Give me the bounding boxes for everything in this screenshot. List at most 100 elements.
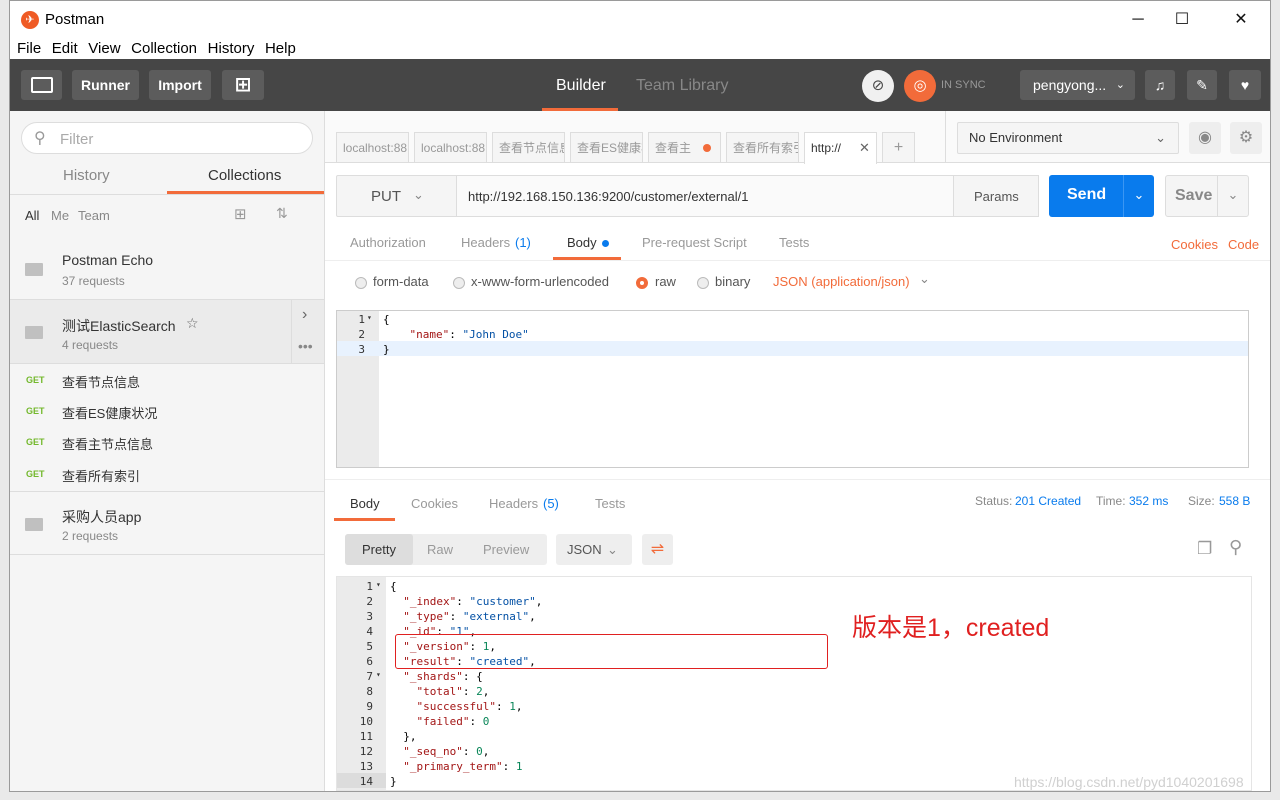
radio-urlencoded[interactable] <box>453 277 465 289</box>
radio-binary[interactable] <box>697 277 709 289</box>
method-badge: GET <box>26 406 45 416</box>
url-input[interactable]: http://192.168.150.136:9200/customer/ext… <box>456 175 954 217</box>
request-tab[interactable]: 查看ES健康状 <box>570 132 643 162</box>
params-button[interactable]: Params <box>953 175 1039 217</box>
environment-select[interactable]: No Environment ⌄ <box>957 122 1179 154</box>
menu-help[interactable]: Help <box>265 39 296 59</box>
send-button[interactable]: Send ⌄ <box>1049 175 1154 217</box>
request-tab[interactable]: 查看所有索引 <box>726 132 799 162</box>
settings-wrench-icon[interactable]: ✎ <box>1187 70 1217 100</box>
heart-icon[interactable]: ♥ <box>1229 70 1261 100</box>
new-collection-icon[interactable]: ⊞ <box>234 205 247 223</box>
request-tab-active[interactable]: http:// ✕ <box>804 132 877 164</box>
collection-elasticsearch[interactable]: 测试ElasticSearch ☆ 4 requests › ••• <box>10 300 324 364</box>
size-label: Size: <box>1188 494 1215 508</box>
label-raw: raw <box>655 274 676 289</box>
collection-name: 测试ElasticSearch <box>62 318 176 334</box>
request-item[interactable]: GET 查看所有索引 <box>10 459 324 490</box>
save-button[interactable]: Save ⌄ <box>1165 175 1249 217</box>
runner-button[interactable]: Runner <box>72 70 139 100</box>
chevron-right-icon[interactable]: › <box>302 306 307 324</box>
request-tab[interactable]: 查看节点信息 <box>492 132 565 162</box>
method-select[interactable]: PUT ⌄ <box>336 175 457 217</box>
tab-history[interactable]: History <box>63 167 110 184</box>
menu-view[interactable]: View <box>88 39 120 59</box>
format-pretty[interactable]: Pretty <box>345 534 413 565</box>
close-tab-icon[interactable]: ✕ <box>859 133 870 163</box>
request-tab-label: http:// <box>811 141 842 155</box>
builder-tab[interactable]: Builder <box>556 77 606 95</box>
fold-arrow-icon[interactable]: ▾ <box>367 313 372 322</box>
format-raw[interactable]: Raw <box>427 534 453 565</box>
chevron-down-icon[interactable]: ⌄ <box>919 271 930 287</box>
user-menu[interactable]: pengyong... ⌄ <box>1020 70 1135 100</box>
resp-tab-body[interactable]: Body <box>350 496 380 511</box>
team-library-tab[interactable]: Team Library <box>636 77 728 95</box>
menu-collection[interactable]: Collection <box>131 39 197 59</box>
gear-icon[interactable]: ⚙ <box>1230 122 1262 154</box>
resp-tab-tests[interactable]: Tests <box>595 496 625 511</box>
chevron-down-icon[interactable]: ⌄ <box>1123 175 1154 217</box>
menu-history[interactable]: History <box>208 39 255 59</box>
fold-arrow-icon[interactable]: ▾ <box>376 670 381 679</box>
new-tab-button[interactable]: ⊞ <box>222 70 264 100</box>
format-preview[interactable]: Preview <box>483 534 529 565</box>
tab-collections[interactable]: Collections <box>208 167 281 184</box>
line-number: 8 <box>366 685 373 698</box>
add-tab-icon[interactable]: + <box>882 132 915 162</box>
request-item[interactable]: GET 查看ES健康状况 <box>10 396 324 427</box>
import-button[interactable]: Import <box>149 70 211 100</box>
collection-postman-echo[interactable]: Postman Echo 37 requests <box>10 237 324 300</box>
tab-tests[interactable]: Tests <box>779 235 809 250</box>
sort-icon[interactable]: ⇅ <box>276 205 288 222</box>
request-item[interactable]: GET 查看节点信息 <box>10 365 324 396</box>
interceptor-icon[interactable]: ⊘ <box>862 70 894 102</box>
collection-purchaser-app[interactable]: 采购人员app 2 requests <box>10 491 324 555</box>
request-tab[interactable]: 查看主 <box>648 132 721 162</box>
content-type-select[interactable]: JSON (application/json) <box>773 274 910 289</box>
builder-main: localhost:88 localhost:88 查看节点信息 查看ES健康状… <box>325 111 1270 791</box>
wrap-lines-icon[interactable]: ⇌ <box>642 534 673 565</box>
chevron-down-icon[interactable]: ⌄ <box>1217 176 1248 216</box>
request-body-editor[interactable]: 1 ▾ 2 3 { "name": "John Doe" } <box>336 310 1249 468</box>
star-icon[interactable]: ☆ <box>186 315 199 332</box>
request-item[interactable]: GET 查看主节点信息 <box>10 427 324 458</box>
copy-icon[interactable]: ❐ <box>1197 539 1212 559</box>
resp-tab-cookies[interactable]: Cookies <box>411 496 458 511</box>
minimize-icon[interactable]: ─ <box>1123 9 1153 31</box>
filter-input[interactable]: ⚲ Filter <box>21 122 313 154</box>
window-title: Postman <box>45 11 105 28</box>
more-options-icon[interactable]: ••• <box>298 338 313 354</box>
close-window-icon[interactable]: ✕ <box>1226 9 1256 31</box>
notifications-bell-icon[interactable]: ♫ <box>1145 70 1175 100</box>
line-number: 10 <box>359 715 373 728</box>
code-link[interactable]: Code <box>1228 237 1259 252</box>
menu-file[interactable]: File <box>17 39 41 59</box>
request-name: 查看ES健康状况 <box>62 406 158 421</box>
radio-raw[interactable] <box>636 277 648 289</box>
filter-all[interactable]: All <box>25 208 39 223</box>
menu-edit[interactable]: Edit <box>52 39 78 59</box>
filter-me[interactable]: Me <box>51 208 69 223</box>
fold-arrow-icon[interactable]: ▾ <box>376 580 381 589</box>
tab-body[interactable]: Body <box>567 235 597 250</box>
environment-value: No Environment <box>969 130 1063 145</box>
toggle-sidebar-button[interactable] <box>21 70 62 100</box>
maximize-icon[interactable]: ☐ <box>1167 9 1197 31</box>
sidebar: ⚲ Filter History Collections All Me Team… <box>10 111 325 791</box>
cookies-link[interactable]: Cookies <box>1171 237 1218 252</box>
code-line: }, <box>390 730 417 743</box>
request-tab[interactable]: localhost:88 <box>336 132 409 162</box>
sync-icon[interactable]: ◎ <box>904 70 936 102</box>
request-tab[interactable]: localhost:88 <box>414 132 487 162</box>
eye-icon[interactable]: ◉ <box>1189 122 1221 154</box>
format-select[interactable]: JSON ⌄ <box>556 534 632 565</box>
filter-team[interactable]: Team <box>78 208 110 223</box>
tab-authorization[interactable]: Authorization <box>350 235 426 250</box>
method-value: PUT <box>371 188 401 205</box>
resp-tab-headers[interactable]: Headers <box>489 496 538 511</box>
tab-pre-request-script[interactable]: Pre-request Script <box>642 235 747 250</box>
search-icon[interactable]: ⚲ <box>1229 537 1242 558</box>
tab-headers[interactable]: Headers <box>461 235 510 250</box>
radio-form-data[interactable] <box>355 277 367 289</box>
